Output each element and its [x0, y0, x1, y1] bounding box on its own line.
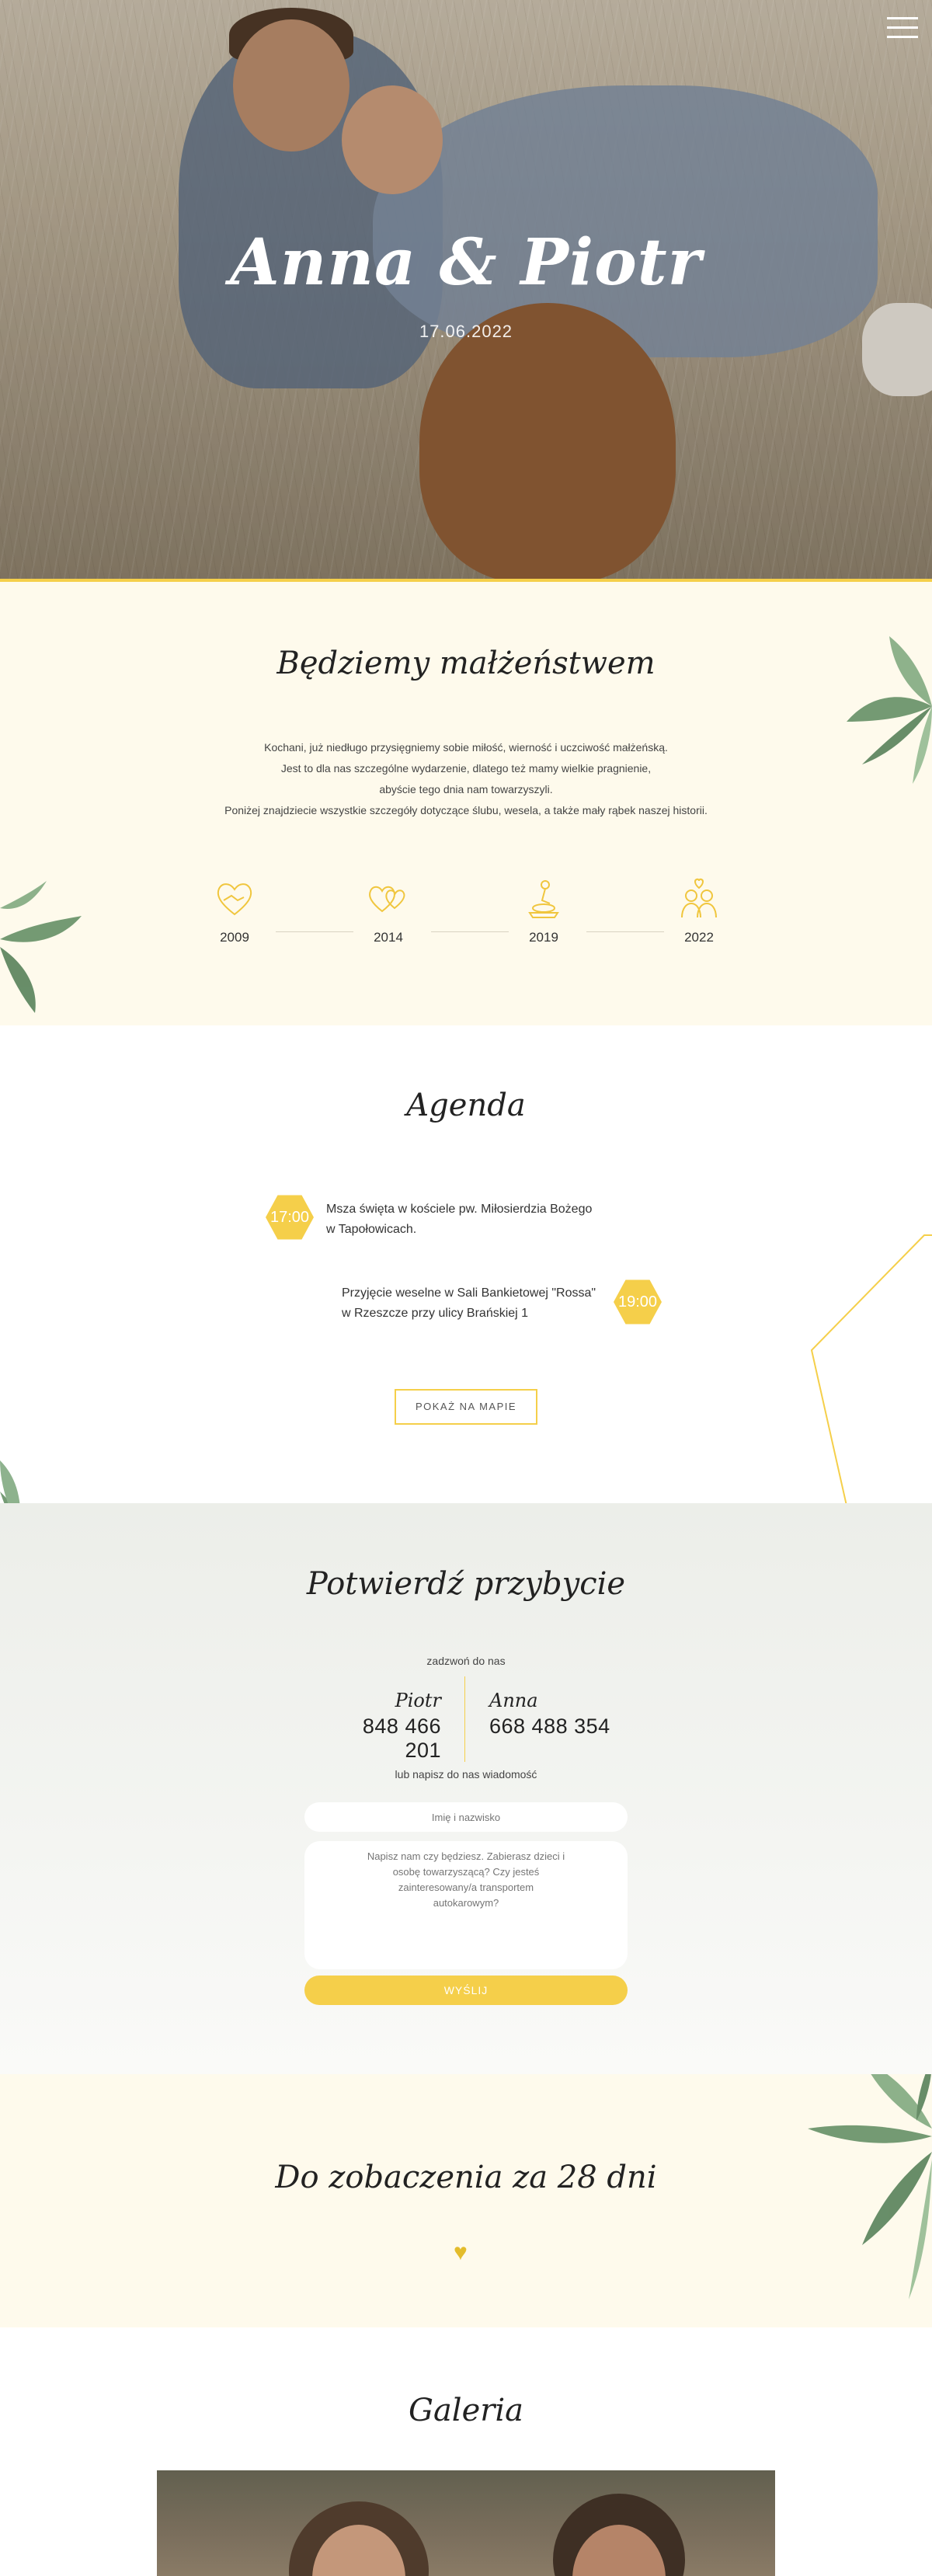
about-section: Będziemy małżeństwem Kochani, już niedłu… — [0, 582, 932, 1025]
gallery-photo[interactable] — [157, 2470, 775, 2576]
countdown-section: Do zobaczenia za 28 dni ♥ — [0, 2074, 932, 2327]
agenda-item-line: w Tapołowicach. — [326, 1223, 417, 1236]
about-text: Kochani, już niedługo przysięgniemy sobi… — [155, 737, 777, 821]
agenda-item: Msza święta w kościele pw. Miłosierdzia … — [326, 1199, 592, 1240]
timeline-year: 2009 — [220, 930, 249, 945]
leaf-decoration-right-2 — [808, 2074, 932, 2299]
agenda-time-badge: 17:00 — [266, 1195, 314, 1240]
couple-icon — [668, 877, 730, 925]
name-input[interactable] — [304, 1802, 628, 1832]
two-hearts-icon — [357, 877, 419, 925]
timeline-item: 2022 — [668, 877, 730, 945]
agenda-time: 17:00 — [270, 1208, 310, 1226]
agenda-title: Agenda — [406, 1088, 526, 1123]
timeline-item: 2019 — [513, 877, 575, 945]
about-line: Poniżej znajdziecie wszystkie szczegóły … — [224, 804, 708, 816]
contact-piotr: Piotr 848 466 201 — [325, 1690, 441, 1763]
contact-name: Anna — [489, 1690, 538, 1711]
rsvp-title: Potwierdź przybycie — [306, 1566, 626, 1602]
about-line: Jest to dla nas szczególne wydarzenie, d… — [280, 762, 652, 775]
timeline-connector — [431, 931, 509, 932]
agenda-item-line: w Rzeszcze przy ulicy Brańskiej 1 — [342, 1307, 529, 1320]
handshake-heart-icon — [203, 877, 266, 925]
hero-date: 17.06.2022 — [419, 322, 513, 341]
send-button[interactable]: WYŚLIJ — [304, 1976, 628, 2005]
agenda-item-line: Przyjęcie weselne w Sali Bankietowej "Ro… — [342, 1286, 596, 1300]
hamburger-menu-icon[interactable] — [887, 17, 918, 42]
about-line: abyście tego dnia nam towarzyszyli. — [379, 783, 553, 795]
timeline-year: 2019 — [529, 930, 558, 945]
timeline-connector — [276, 931, 353, 932]
contact-anna: Anna 668 488 354 — [489, 1690, 629, 1739]
leaf-decoration-right — [847, 636, 932, 784]
contact-divider — [464, 1676, 465, 1762]
about-line: Kochani, już niedługo przysięgniemy sobi… — [264, 741, 668, 754]
contact-phone-link[interactable]: 848 466 201 — [325, 1714, 441, 1763]
timeline-item: 2014 — [357, 877, 419, 945]
contact-phone-link[interactable]: 668 488 354 — [489, 1714, 629, 1739]
hero-section: Anna & Piotr 17.06.2022 — [0, 0, 932, 579]
message-textarea[interactable] — [304, 1841, 628, 1969]
agenda-time-badge: 19:00 — [614, 1279, 662, 1325]
agenda-time: 19:00 — [617, 1293, 658, 1311]
contact-name: Piotr — [395, 1690, 441, 1711]
timeline-year: 2022 — [684, 930, 714, 945]
agenda-item: Przyjęcie weselne w Sali Bankietowej "Ro… — [342, 1283, 596, 1324]
timeline-item: 2009 — [203, 877, 266, 945]
hero-title: Anna & Piotr — [230, 225, 702, 300]
timeline-year: 2014 — [374, 930, 403, 945]
leaf-decoration-left — [0, 881, 82, 1013]
hexagon-outline-decoration — [810, 1234, 932, 1529]
timeline: 2009 2014 2019 2022 — [202, 877, 730, 963]
timeline-connector — [586, 931, 664, 932]
call-us-label: zadzwoń do nas — [426, 1655, 506, 1667]
show-map-button[interactable]: POKAŻ NA MAPIE — [395, 1389, 537, 1425]
proposal-ring-icon — [513, 877, 575, 925]
write-us-label: lub napisz do nas wiadomość — [395, 1768, 537, 1781]
gallery-title: Galeria — [408, 2393, 524, 2428]
about-title: Będziemy małżeństwem — [276, 646, 656, 681]
heart-icon: ♥ — [454, 2240, 468, 2265]
countdown-title: Do zobaczenia za 28 dni — [275, 2160, 657, 2195]
agenda-item-line: Msza święta w kościele pw. Miłosierdzia … — [326, 1203, 593, 1216]
